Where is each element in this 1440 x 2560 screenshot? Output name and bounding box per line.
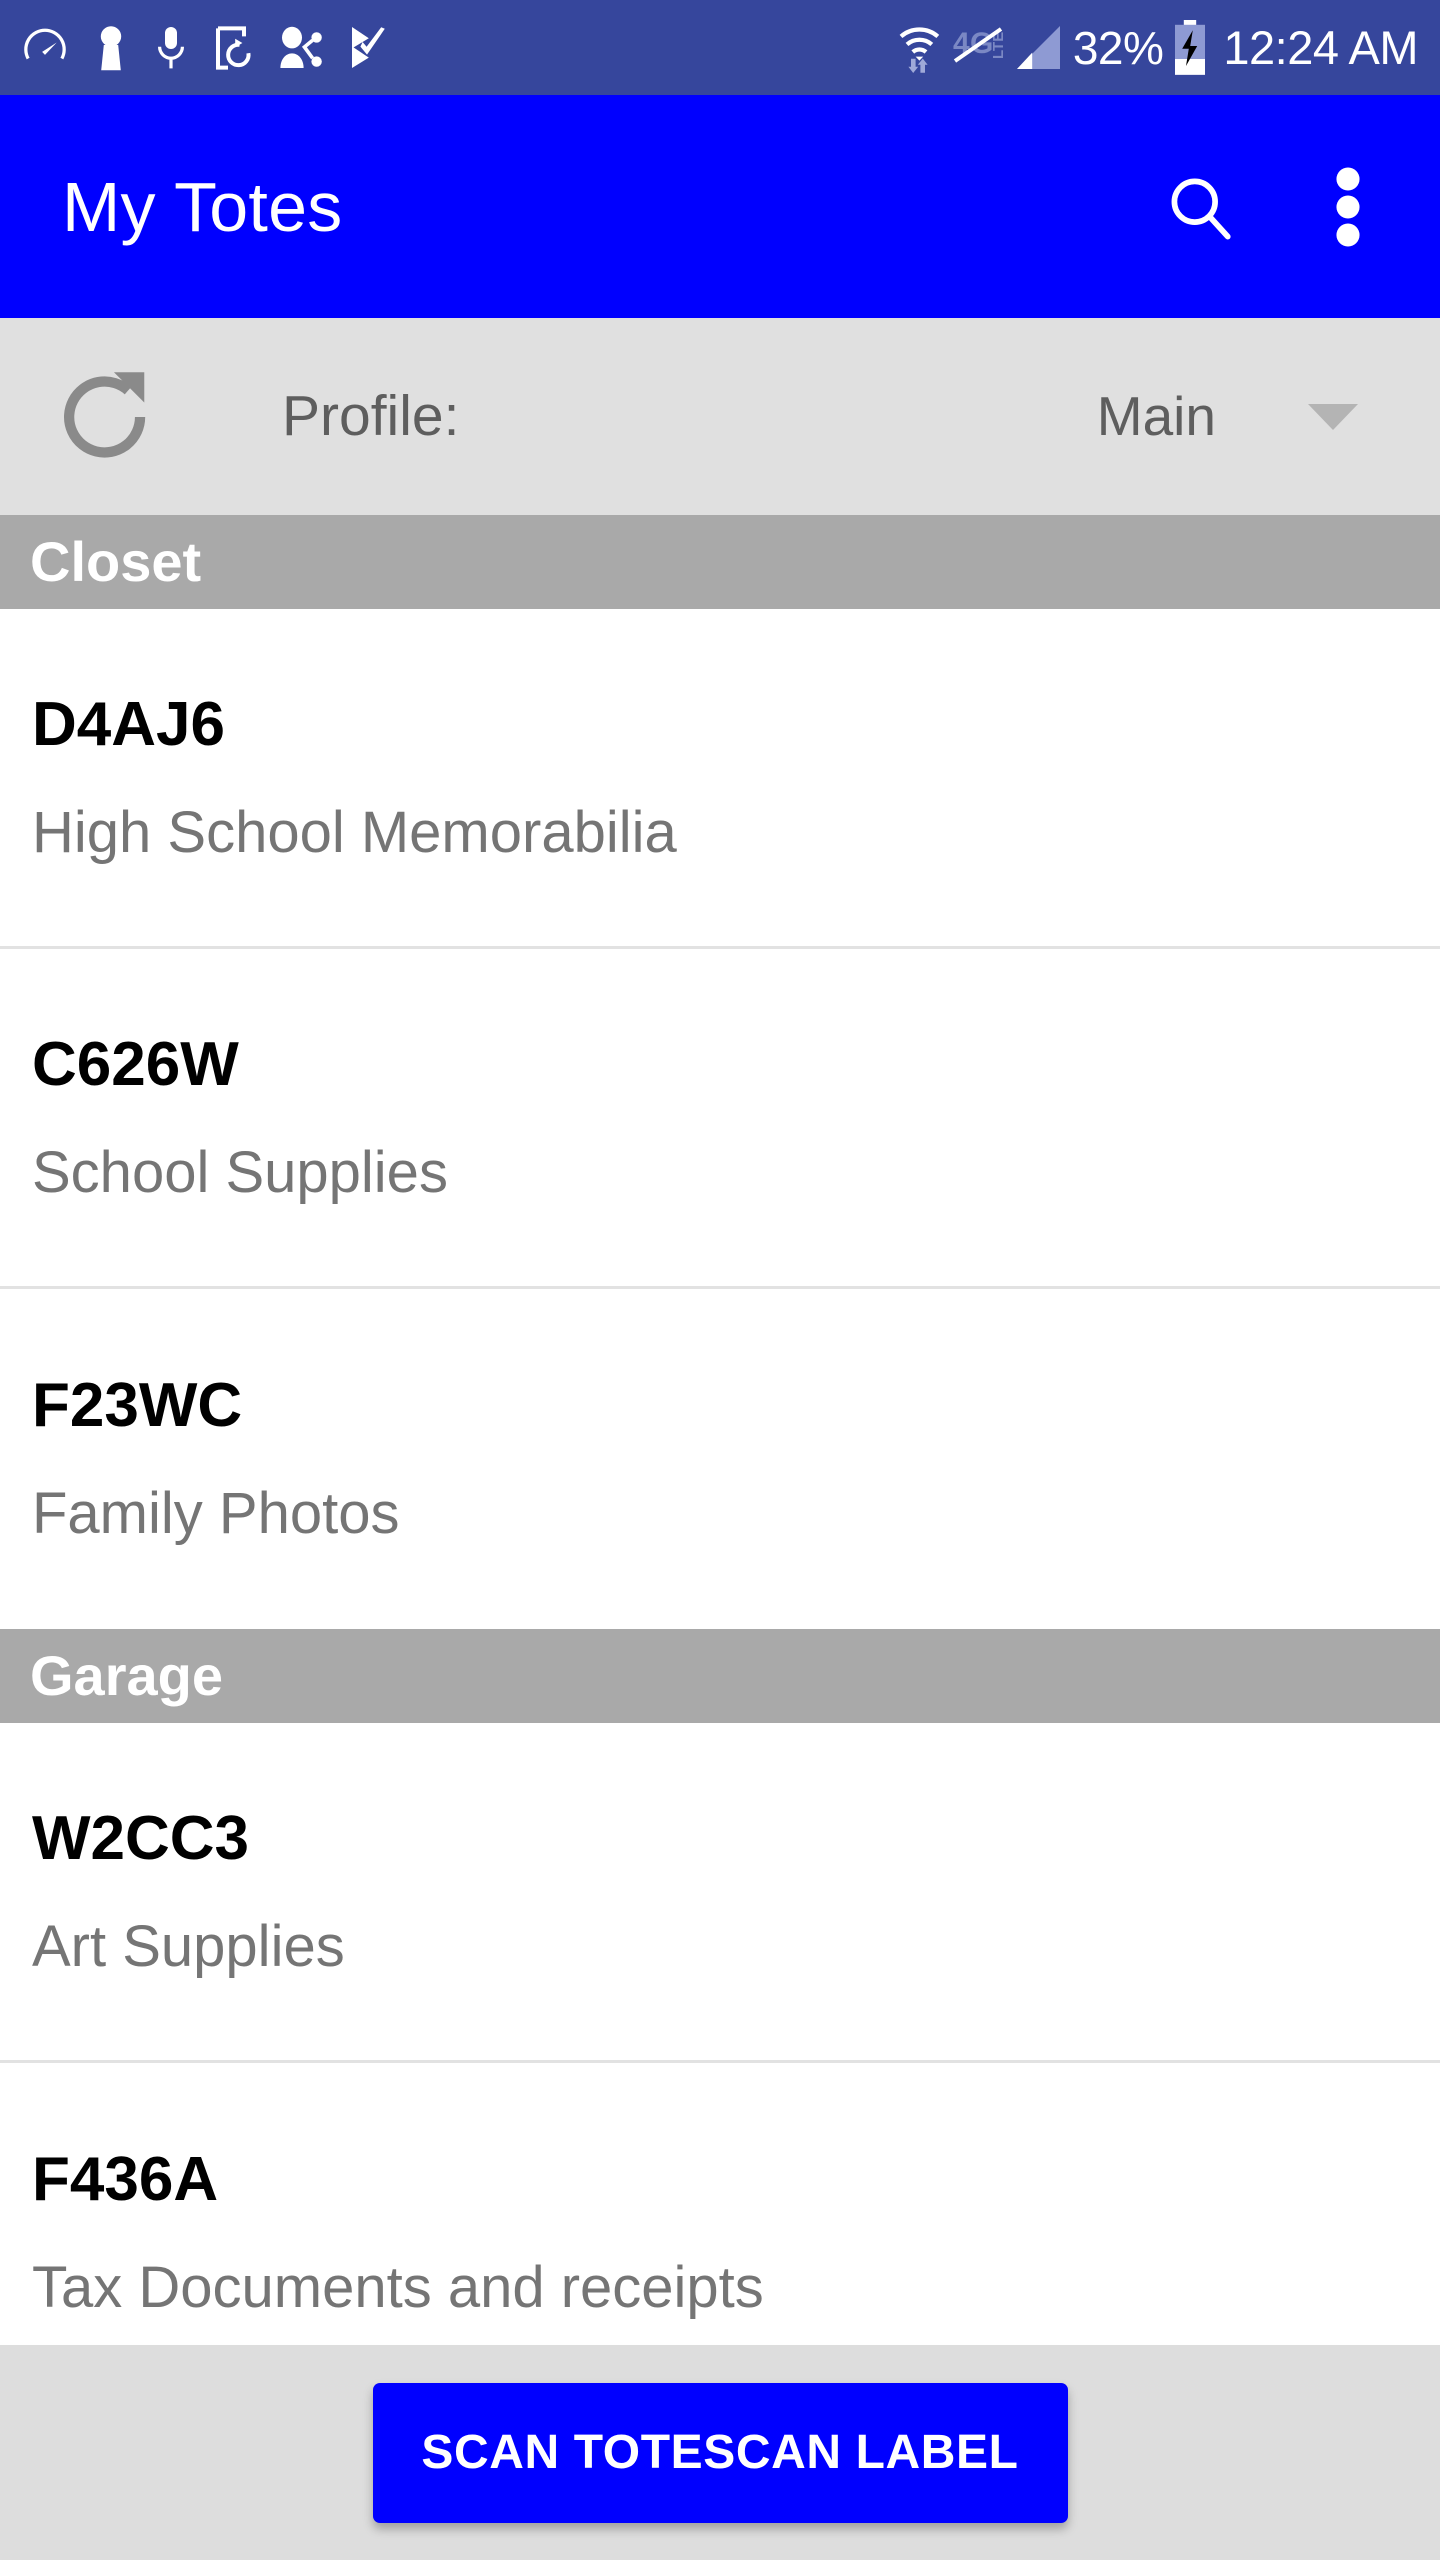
- speedometer-icon: [24, 28, 66, 59]
- list-item[interactable]: W2CC3 Art Supplies: [0, 1723, 1440, 2063]
- refresh-icon: [64, 371, 146, 458]
- list-item[interactable]: C626W School Supplies: [0, 949, 1440, 1289]
- more-vertical-icon: [1336, 166, 1360, 247]
- profile-value[interactable]: Main: [1097, 389, 1216, 444]
- search-icon: [1171, 178, 1231, 239]
- tote-description: Family Photos: [32, 1481, 400, 1546]
- section-header-label: Garage: [30, 1644, 223, 1707]
- tote-code: W2CC3: [32, 1803, 250, 1873]
- app-bar: My Totes: [0, 95, 1440, 318]
- lte-disabled-icon: 4 G LTE: [953, 27, 1005, 63]
- app-bar-actions: [1152, 159, 1396, 255]
- microphone-icon: [158, 26, 184, 68]
- status-bar-clock: 12:24 AM: [1223, 21, 1418, 74]
- tote-code: F23WC: [32, 1371, 243, 1440]
- person-keyhole-icon: [100, 25, 122, 70]
- checkmark-flag-icon: [352, 26, 385, 68]
- tote-list[interactable]: Closet D4AJ6 High School Memorabilia C62…: [0, 515, 1440, 2345]
- tote-description: Tax Documents and receipts: [32, 2255, 764, 2320]
- list-item[interactable]: D4AJ6 High School Memorabilia: [0, 609, 1440, 949]
- battery-charging-icon: [1175, 19, 1206, 75]
- status-bar-left-icons: [22, 24, 390, 72]
- section-header-garage: Garage: [0, 1629, 1440, 1723]
- section-header-label: Closet: [30, 530, 202, 593]
- tote-description: Art Supplies: [32, 1913, 345, 1979]
- profile-selector-row: Profile: Main: [0, 318, 1440, 515]
- battery-percent-label: 32%: [1072, 21, 1164, 74]
- search-button[interactable]: [1152, 159, 1248, 255]
- screen-rotation-icon: [216, 25, 251, 70]
- list-item[interactable]: F436A Tax Documents and receipts: [0, 2063, 1440, 2345]
- status-bar: 4 G LTE 32% 12:24 AM: [0, 0, 1440, 95]
- status-bar-right-icons: 4 G LTE 32% 12:24 AM: [897, 19, 1418, 76]
- wifi-transfer-icon: [899, 26, 940, 73]
- list-item[interactable]: F23WC Family Photos: [0, 1289, 1440, 1629]
- chevron-down-icon[interactable]: [1308, 403, 1358, 430]
- page-title: My Totes: [62, 167, 343, 246]
- tote-code: C626W: [32, 1029, 239, 1099]
- profile-label: Profile:: [282, 384, 460, 448]
- person-share-icon: [280, 26, 322, 68]
- tote-description: School Supplies: [32, 1139, 448, 1205]
- tote-code: F436A: [32, 2145, 219, 2214]
- scan-totescan-label-button[interactable]: SCAN TOTESCAN LABEL: [372, 2382, 1068, 2523]
- refresh-button[interactable]: [46, 357, 166, 477]
- tote-code: D4AJ6: [32, 689, 225, 759]
- overflow-menu-button[interactable]: [1300, 159, 1396, 255]
- section-header-closet: Closet: [0, 515, 1440, 609]
- bottom-action-bar: SCAN TOTESCAN LABEL: [0, 2345, 1440, 2560]
- cellular-signal-icon: [1016, 25, 1060, 69]
- tote-description: High School Memorabilia: [32, 799, 677, 865]
